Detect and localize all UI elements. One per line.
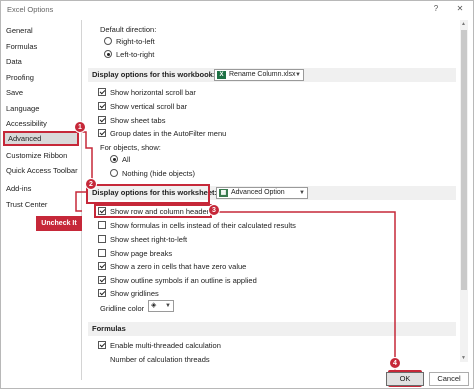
checkbox-icon[interactable] — [98, 129, 106, 137]
ws-option-label: Show gridlines — [110, 289, 159, 298]
sidebar-item-formulas[interactable]: Formulas — [6, 40, 37, 54]
sidebar-item-proofing[interactable]: Proofing — [6, 71, 34, 85]
rtl-radio[interactable]: Right-to-left — [104, 36, 155, 48]
ltr-label: Left-to-right — [116, 50, 155, 59]
checkbox-icon[interactable] — [98, 262, 106, 270]
step-badge-4: 4 — [389, 357, 401, 369]
ws-option-page-breaks[interactable]: Show page breaks — [98, 248, 172, 260]
sidebar-item-data[interactable]: Data — [6, 55, 22, 69]
help-button[interactable]: ? — [429, 4, 443, 13]
gridline-color-label: Gridline color — [100, 304, 145, 313]
workbook-select[interactable]: X Rename Column.xlsx ▼ — [214, 69, 304, 81]
sidebar-item-accessibility[interactable]: Accessibility — [6, 117, 47, 131]
title-bar: Excel Options ? ✕ — [1, 1, 473, 19]
scroll-down-icon[interactable]: ▼ — [461, 355, 466, 361]
objects-all-label: All — [122, 155, 131, 164]
checkbox-icon[interactable] — [98, 249, 106, 257]
ws-option-right-to-left[interactable]: Show sheet right-to-left — [98, 234, 187, 246]
ok-button[interactable]: OK — [386, 372, 424, 386]
scroll-up-icon[interactable]: ▲ — [461, 21, 466, 27]
sidebar-item-quick-access-toolbar[interactable]: Quick Access Toolbar — [6, 164, 78, 178]
sidebar-item-trust-center[interactable]: Trust Center — [6, 198, 47, 212]
sidebar-item-language[interactable]: Language — [6, 102, 39, 116]
checkbox-icon[interactable] — [98, 235, 106, 243]
radio-icon[interactable] — [110, 169, 118, 177]
objects-label: For objects, show: — [100, 143, 161, 152]
ws-option-label: Show outline symbols if an outline is ap… — [110, 276, 257, 285]
objects-nothing-radio[interactable]: Nothing (hide objects) — [110, 168, 195, 180]
checkbox-icon[interactable] — [98, 289, 106, 297]
ws-option-outline-symbols[interactable]: Show outline symbols if an outline is ap… — [98, 275, 257, 287]
wb-option-sheet-tabs[interactable]: Show sheet tabs — [98, 115, 165, 127]
vertical-scrollbar[interactable] — [460, 20, 468, 362]
wb-option-label: Group dates in the AutoFilter menu — [110, 129, 227, 138]
checkbox-icon[interactable] — [98, 341, 106, 349]
objects-nothing-label: Nothing (hide objects) — [122, 169, 195, 178]
checkbox-icon[interactable] — [98, 276, 106, 284]
chevron-down-icon: ▼ — [165, 303, 171, 309]
ws-option-label: Show a zero in cells that have zero valu… — [110, 262, 247, 271]
worksheet-select[interactable]: ▦ Advanced Option ▼ — [216, 187, 308, 199]
chevron-down-icon: ▼ — [299, 190, 305, 196]
sidebar-item-add-ins[interactable]: Add-ins — [6, 182, 31, 196]
wb-option-horizontal-scroll[interactable]: Show horizontal scroll bar — [98, 87, 196, 99]
wb-option-label: Show horizontal scroll bar — [110, 88, 196, 97]
ws-option-label: Show formulas in cells instead of their … — [110, 221, 296, 230]
multithread-option[interactable]: Enable multi-threaded calculation — [98, 340, 221, 352]
wb-option-label: Show vertical scroll bar — [110, 102, 188, 111]
workbook-select-value: Rename Column.xlsx — [229, 71, 296, 78]
uncheck-callout: Uncheck It — [36, 216, 82, 231]
excel-file-icon: X — [217, 71, 226, 79]
checkbox-icon[interactable] — [98, 116, 106, 124]
close-button[interactable]: ✕ — [453, 4, 467, 13]
formulas-section-header: Formulas — [88, 322, 456, 336]
window-title: Excel Options — [7, 5, 54, 14]
highlight-row-col-headers — [94, 204, 212, 218]
worksheet-icon: ▦ — [219, 189, 228, 197]
formulas-section-title: Formulas — [92, 324, 126, 333]
ws-option-gridlines[interactable]: Show gridlines — [98, 288, 159, 300]
ws-option-show-formulas[interactable]: Show formulas in cells instead of their … — [98, 220, 296, 232]
wb-option-vertical-scroll[interactable]: Show vertical scroll bar — [98, 101, 187, 113]
rtl-label: Right-to-left — [116, 37, 155, 46]
options-sidebar: General Formulas Data Proofing Save Lang… — [2, 20, 82, 380]
workbook-section-title: Display options for this workbook: — [92, 70, 216, 79]
ws-option-label: Show sheet right-to-left — [110, 235, 188, 244]
sidebar-item-general[interactable]: General — [6, 24, 33, 38]
ws-option-label: Show page breaks — [110, 249, 173, 258]
ws-option-show-zero[interactable]: Show a zero in cells that have zero valu… — [98, 261, 246, 273]
checkbox-icon[interactable] — [98, 88, 106, 96]
threads-label: Number of calculation threads — [110, 355, 210, 364]
step-badge-2: 2 — [85, 178, 97, 190]
default-direction-label: Default direction: — [100, 25, 157, 34]
wb-option-group-dates[interactable]: Group dates in the AutoFilter menu — [98, 128, 226, 140]
step-badge-1: 1 — [74, 121, 86, 133]
sidebar-item-save[interactable]: Save — [6, 86, 23, 100]
objects-all-radio[interactable]: All — [110, 154, 130, 166]
radio-icon[interactable] — [104, 37, 112, 45]
multithread-label: Enable multi-threaded calculation — [110, 341, 221, 350]
cancel-button[interactable]: Cancel — [429, 372, 469, 386]
checkbox-icon[interactable] — [98, 221, 106, 229]
gridline-color-picker[interactable]: ◈ ▼ — [148, 300, 174, 312]
chevron-down-icon: ▼ — [295, 72, 301, 78]
wb-option-label: Show sheet tabs — [110, 116, 166, 125]
radio-checked-icon[interactable] — [104, 50, 112, 58]
sidebar-item-advanced[interactable]: Advanced — [3, 131, 79, 146]
radio-checked-icon[interactable] — [110, 155, 118, 163]
worksheet-select-value: Advanced Option — [231, 189, 285, 196]
checkbox-icon[interactable] — [98, 102, 106, 110]
scroll-thumb[interactable] — [461, 30, 467, 290]
step-badge-3: 3 — [208, 204, 220, 216]
sidebar-item-customize-ribbon[interactable]: Customize Ribbon — [6, 149, 67, 163]
ltr-radio[interactable]: Left-to-right — [104, 49, 154, 61]
paint-bucket-icon: ◈ — [151, 302, 157, 309]
highlight-worksheet-section — [86, 184, 210, 204]
